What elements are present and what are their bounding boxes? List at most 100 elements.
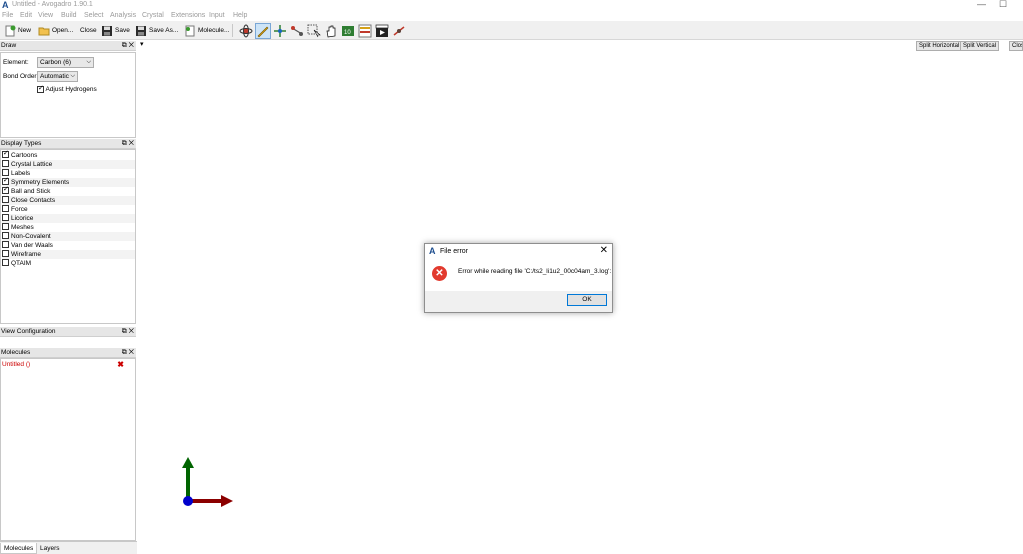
split-horizontal-button[interactable]: Split Horizontal: [916, 41, 963, 51]
menu-extensions[interactable]: Extensions: [171, 12, 205, 19]
display-type-row[interactable]: Force: [2, 205, 135, 214]
display-type-checkbox[interactable]: [2, 232, 9, 240]
element-label: Element:: [3, 59, 29, 66]
navigate-tool-icon[interactable]: [238, 23, 254, 39]
avogadro-logo-icon: A: [429, 246, 436, 256]
display-type-label: Crystal Lattice: [11, 161, 53, 168]
menu-view[interactable]: View: [38, 12, 53, 19]
display-type-row[interactable]: Close Contacts: [2, 196, 135, 205]
molecule-name: Untitled (): [2, 361, 31, 368]
bond-order-combo[interactable]: Automatic ⌵: [37, 71, 78, 82]
menu-bar: File Edit View Build Select Analysis Cry…: [0, 11, 1023, 21]
save-button[interactable]: Save: [101, 23, 130, 38]
display-type-row[interactable]: Crystal Lattice: [2, 160, 135, 169]
display-type-label: Symmetry Elements: [11, 179, 70, 186]
display-type-row[interactable]: Ball and Stick: [2, 185, 135, 196]
dialog-title: File error: [440, 248, 469, 255]
display-type-label: Meshes: [11, 224, 34, 231]
new-file-icon: [5, 25, 16, 36]
display-type-checkbox[interactable]: [2, 259, 9, 267]
dialog-close-button[interactable]: ✕: [600, 245, 608, 256]
bond-centric-icon[interactable]: [272, 23, 288, 39]
display-type-row[interactable]: Van der Waals: [2, 241, 135, 250]
display-type-row[interactable]: QTAIM: [2, 259, 135, 268]
adjust-hydrogens-checkbox[interactable]: [37, 84, 44, 93]
new-button[interactable]: New: [4, 23, 31, 38]
display-type-checkbox[interactable]: [2, 223, 9, 231]
display-type-row[interactable]: Cartoons: [2, 149, 135, 160]
minimize-button[interactable]: —: [977, 0, 986, 9]
display-type-checkbox[interactable]: [2, 205, 9, 213]
display-type-checkbox[interactable]: [2, 250, 9, 258]
dock-float-close-icon[interactable]: ⧉ ✕: [122, 139, 134, 149]
measure-icon[interactable]: 10: [340, 23, 356, 39]
molecule-button[interactable]: Molecule...: [184, 23, 229, 38]
tab-layers[interactable]: Layers: [37, 543, 63, 554]
menu-edit[interactable]: Edit: [20, 12, 32, 19]
menu-analysis[interactable]: Analysis: [110, 12, 136, 19]
display-type-checkbox[interactable]: [2, 149, 9, 159]
close-view-button[interactable]: Close: [1009, 41, 1023, 51]
molecule-icon: [185, 25, 195, 36]
close-button[interactable]: Close: [80, 23, 97, 38]
viewport-tab-menu-icon[interactable]: ▾: [140, 40, 144, 48]
dock-float-close-icon[interactable]: ⧉ ✕: [122, 348, 134, 358]
save-as-button[interactable]: Save As...: [135, 23, 178, 38]
display-type-checkbox[interactable]: [2, 185, 9, 195]
menu-file[interactable]: File: [2, 12, 13, 19]
element-value: Carbon (6): [40, 59, 72, 66]
open-button[interactable]: Open...: [38, 23, 73, 38]
open-label: Open...: [52, 27, 74, 34]
molecules-panel: Untitled () ✖: [0, 358, 136, 541]
menu-build[interactable]: Build: [61, 12, 77, 19]
hand-icon[interactable]: [323, 23, 339, 39]
ok-button[interactable]: OK: [567, 294, 607, 306]
dialog-title-bar: A File error ✕: [425, 244, 612, 259]
element-combo[interactable]: Carbon (6) ⌵: [37, 57, 94, 68]
dock-float-close-icon[interactable]: ⧉ ✕: [122, 327, 134, 337]
maximize-button[interactable]: ☐: [999, 0, 1007, 10]
menu-select[interactable]: Select: [84, 12, 103, 19]
main-toolbar: New Open... Close Save Save As... Molecu…: [0, 21, 1023, 40]
chevron-down-icon: ⌵: [86, 59, 91, 65]
select-icon[interactable]: [306, 23, 322, 39]
adjust-hydrogens-row[interactable]: Adjust Hydrogens: [37, 84, 97, 93]
display-type-checkbox[interactable]: [2, 214, 9, 222]
display-type-checkbox[interactable]: [2, 176, 9, 186]
display-type-checkbox[interactable]: [2, 241, 9, 249]
remove-molecule-icon[interactable]: ✖: [117, 360, 124, 369]
animation-icon[interactable]: [374, 23, 390, 39]
display-type-checkbox[interactable]: [2, 169, 9, 177]
display-type-row[interactable]: Symmetry Elements: [2, 176, 135, 187]
display-type-row[interactable]: Licorice: [2, 214, 135, 223]
menu-input[interactable]: Input: [209, 12, 225, 19]
display-types-dock-title: Display Types ⧉ ✕: [0, 139, 136, 149]
display-type-checkbox[interactable]: [2, 196, 9, 204]
auto-optimize-icon[interactable]: [391, 23, 407, 39]
manipulate-icon[interactable]: [289, 23, 305, 39]
molecule-label: Molecule...: [198, 27, 230, 34]
draw-panel: Element: Carbon (6) ⌵ Bond Order: Automa…: [0, 52, 136, 138]
display-type-label: Licorice: [11, 215, 34, 222]
display-type-label: Van der Waals: [11, 242, 53, 249]
display-type-checkbox[interactable]: [2, 160, 9, 168]
draw-title: Draw: [1, 42, 17, 49]
tab-molecules[interactable]: Molecules: [0, 543, 38, 554]
display-type-row[interactable]: Non-Covalent: [2, 232, 135, 241]
dialog-message: Error while reading file 'C:/ts2_li1u2_0…: [458, 268, 612, 275]
molecule-list-item[interactable]: Untitled () ✖: [2, 360, 135, 370]
display-type-label: QTAIM: [11, 260, 32, 267]
split-vertical-button[interactable]: Split Vertical: [960, 41, 1000, 51]
align-icon[interactable]: [357, 23, 373, 39]
display-type-row[interactable]: Labels: [2, 169, 135, 178]
save-disk-icon: [102, 25, 112, 36]
menu-help[interactable]: Help: [233, 12, 247, 19]
display-type-row[interactable]: Wireframe: [2, 250, 135, 259]
draw-tool-icon[interactable]: [255, 23, 271, 39]
menu-crystal[interactable]: Crystal: [142, 12, 164, 19]
dock-float-close-icon[interactable]: ⧉ ✕: [122, 41, 134, 51]
new-label: New: [18, 27, 32, 34]
open-folder-icon: [38, 27, 50, 35]
display-type-row[interactable]: Meshes: [2, 223, 135, 232]
display-type-label: Wireframe: [11, 251, 41, 258]
